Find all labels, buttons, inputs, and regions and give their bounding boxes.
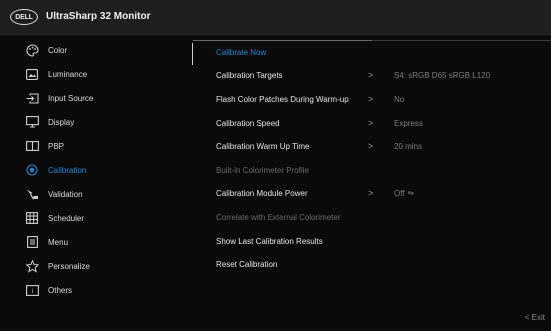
row-label: Calibrate Now: [216, 47, 267, 57]
row-value: 20 mins: [394, 141, 423, 151]
row-label: Calibration Module Power: [216, 188, 308, 198]
monitor-title: UltraSharp 32 Monitor: [46, 11, 151, 22]
luminance-icon: [25, 67, 39, 81]
sidebar-item-label: Luminance: [48, 69, 88, 79]
color-palette-icon: [25, 43, 39, 57]
chevron-right-icon: >: [368, 188, 374, 198]
sidebar-item-label: Scheduler: [48, 213, 85, 223]
input-source-icon: [25, 91, 39, 105]
sidebar-item-label: PBP: [48, 141, 65, 151]
built-in-colorimeter-profile-item: Built-in Colorimeter Profile: [216, 159, 546, 181]
display-icon: [25, 115, 39, 129]
chevron-left-icon: <: [524, 313, 530, 322]
calibration-icon: [25, 163, 39, 177]
others-icon: i: [25, 283, 39, 297]
sidebar-item-label: Color: [48, 45, 68, 55]
row-label: Flash Color Patches During Warm-up: [216, 94, 349, 104]
sidebar-item-label: Calibration: [48, 165, 87, 175]
sidebar-item-luminance[interactable]: Luminance: [0, 63, 192, 85]
chevron-right-icon: >: [368, 94, 374, 104]
reset-calibration-item[interactable]: Reset Calibration: [216, 253, 546, 275]
menu-icon: [25, 235, 39, 249]
exit-button[interactable]: < Exit: [525, 313, 545, 322]
sidebar-item-others[interactable]: i Others: [0, 279, 192, 301]
row-label: Calibration Warm Up Time: [216, 141, 310, 151]
row-label: Reset Calibration: [216, 259, 278, 269]
row-label: Built-in Colorimeter Profile: [216, 165, 309, 175]
validation-icon: [25, 187, 39, 201]
sidebar-item-scheduler[interactable]: Scheduler: [0, 207, 192, 229]
calibration-speed-item[interactable]: Calibration Speed > Express: [216, 112, 546, 134]
sidebar-item-label: Menu: [48, 237, 69, 247]
sidebar-item-pbp[interactable]: PBP: [0, 135, 192, 157]
row-label: Calibration Speed: [216, 118, 280, 128]
row-label: Calibration Targets: [216, 70, 283, 80]
sidebar-item-personalize[interactable]: Personalize: [0, 255, 192, 277]
sidebar-item-input-source[interactable]: Input Source: [0, 87, 192, 109]
pencil-icon: ✎: [405, 187, 417, 199]
dell-logo: DELL: [10, 9, 38, 25]
flash-color-patches-item[interactable]: Flash Color Patches During Warm-up > No: [216, 88, 546, 110]
sidebar-menu: Color Luminance Input Source Display PBP…: [0, 38, 192, 298]
row-value: Off✎: [394, 187, 417, 199]
power-value: Off: [394, 188, 405, 198]
pbp-icon: [25, 139, 39, 153]
sidebar-item-label: Display: [48, 117, 75, 127]
sidebar-item-label: Personalize: [48, 261, 90, 271]
row-value: S4: sRGB D65 sRGB L120: [394, 70, 491, 80]
row-value: Express: [394, 118, 423, 128]
chevron-right-icon: >: [368, 70, 374, 80]
sidebar-item-display[interactable]: Display: [0, 111, 192, 133]
star-icon: [25, 259, 39, 273]
calibration-warm-up-time-item[interactable]: Calibration Warm Up Time > 20 mins: [216, 135, 546, 157]
svg-text:i: i: [31, 289, 32, 295]
sidebar-item-label: Input Source: [48, 93, 94, 103]
exit-label: Exit: [531, 313, 545, 322]
row-label: Correlate with External Colorimeter: [216, 212, 341, 222]
sidebar-item-label: Validation: [48, 189, 83, 199]
title-bar: DELL UltraSharp 32 Monitor: [0, 0, 551, 35]
correlate-external-colorimeter-item: Correlate with External Colorimeter: [216, 206, 546, 228]
calibrate-now-item[interactable]: Calibrate Now: [216, 41, 546, 63]
show-last-calibration-results-item[interactable]: Show Last Calibration Results: [216, 230, 546, 252]
row-value: No: [394, 94, 405, 104]
row-label: Show Last Calibration Results: [216, 236, 323, 246]
sidebar-item-label: Others: [48, 285, 73, 295]
sidebar-item-color[interactable]: Color: [0, 39, 192, 61]
calibration-module-power-item[interactable]: Calibration Module Power > Off✎: [216, 182, 546, 204]
chevron-right-icon: >: [368, 118, 374, 128]
chevron-right-icon: >: [368, 141, 374, 151]
sidebar-item-validation[interactable]: Validation: [0, 183, 192, 205]
sidebar-item-calibration[interactable]: Calibration: [0, 159, 192, 181]
selection-divider: [192, 43, 193, 65]
calibration-targets-item[interactable]: Calibration Targets > S4: sRGB D65 sRGB …: [216, 64, 546, 86]
scheduler-icon: [25, 211, 39, 225]
sidebar-item-menu[interactable]: Menu: [0, 231, 192, 253]
